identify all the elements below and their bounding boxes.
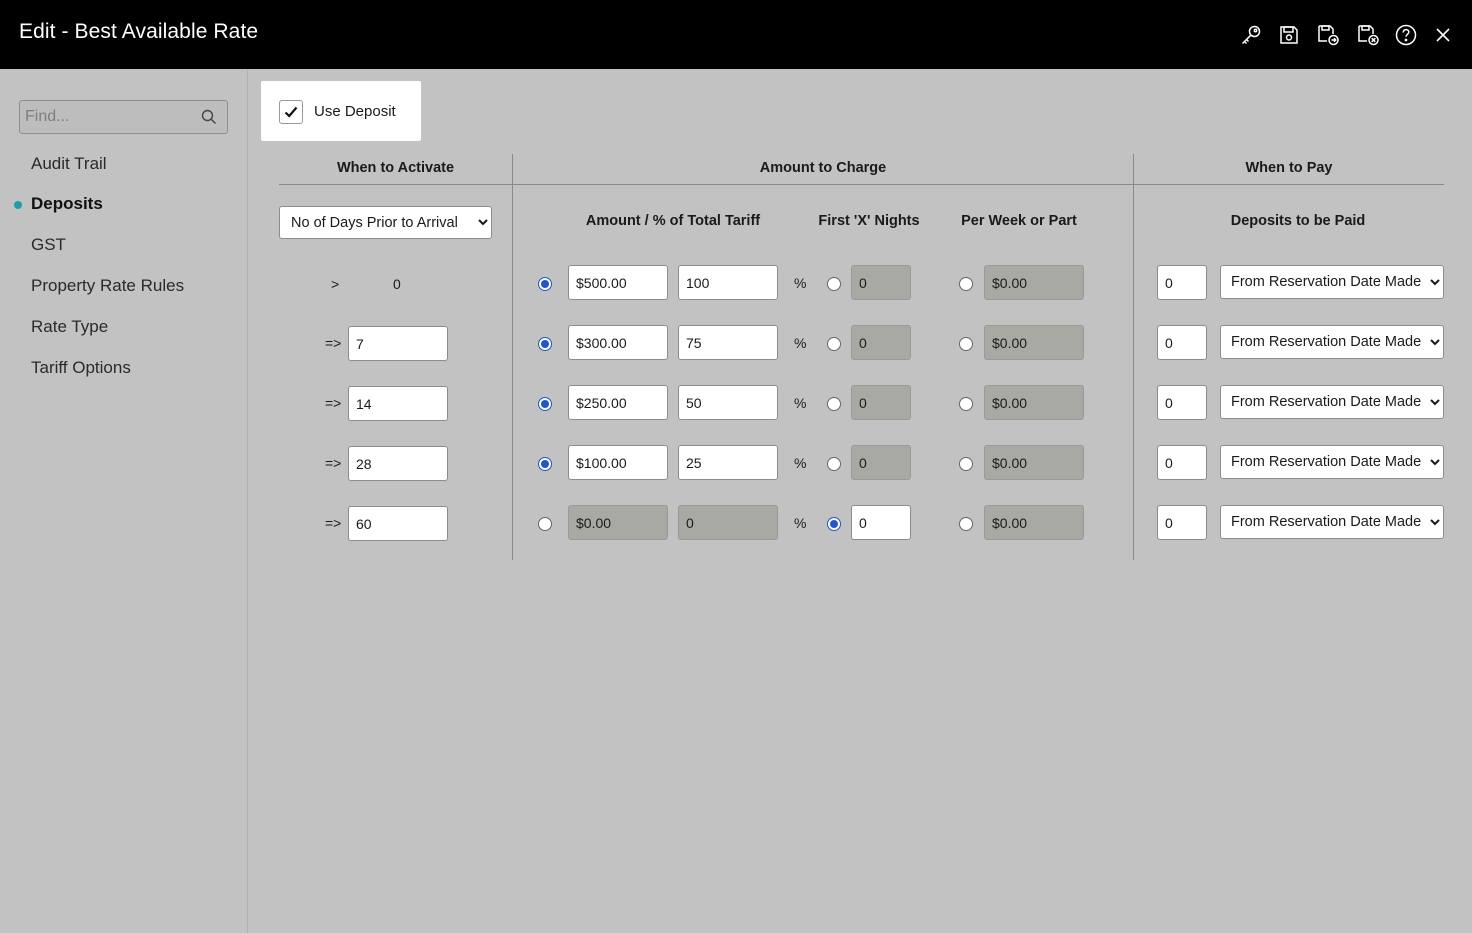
pay-from-select[interactable]: From Reservation Date Made <box>1220 505 1444 539</box>
pay-from-select[interactable]: From Reservation Date Made <box>1220 445 1444 479</box>
sidebar-item-deposits[interactable]: Deposits <box>31 194 103 214</box>
per-week-input[interactable] <box>984 265 1084 300</box>
sidebar-item-gst[interactable]: GST <box>31 235 66 255</box>
pay-days-input[interactable] <box>1157 385 1207 420</box>
sidebar-item-audit-trail[interactable]: Audit Trail <box>31 154 107 174</box>
first-nights-input[interactable] <box>851 265 911 300</box>
amount-radio[interactable] <box>538 277 552 291</box>
per-week-input[interactable] <box>984 325 1084 360</box>
header-first-x-nights: First 'X' Nights <box>818 213 920 229</box>
help-icon[interactable] <box>1393 22 1419 48</box>
amount-radio[interactable] <box>538 397 552 411</box>
header-per-week: Per Week or Part <box>961 213 1077 229</box>
per-week-input[interactable] <box>984 445 1084 480</box>
pay-days-input[interactable] <box>1157 505 1207 540</box>
row-operator: => <box>325 395 342 411</box>
pay-from-select[interactable]: From Reservation Date Made <box>1220 265 1444 299</box>
percent-input[interactable] <box>678 265 778 300</box>
percent-symbol: % <box>794 335 807 351</box>
percent-symbol: % <box>794 395 807 411</box>
amount-input[interactable] <box>568 325 668 360</box>
first-nights-radio[interactable] <box>827 457 841 471</box>
days-input[interactable] <box>348 506 448 541</box>
amount-radio[interactable] <box>538 517 552 531</box>
percent-symbol: % <box>794 455 807 471</box>
amount-radio[interactable] <box>538 337 552 351</box>
header-divider <box>279 184 1444 185</box>
title-bar: Edit - Best Available Rate <box>0 0 1472 69</box>
header-deposits-to-be-paid: Deposits to be Paid <box>1230 213 1366 229</box>
use-deposit-checkbox[interactable] <box>279 100 303 124</box>
row-operator: > <box>331 276 340 292</box>
amount-input[interactable] <box>568 445 668 480</box>
amount-input[interactable] <box>568 265 668 300</box>
per-week-radio[interactable] <box>959 397 973 411</box>
first-nights-radio[interactable] <box>827 337 841 351</box>
per-week-radio[interactable] <box>959 457 973 471</box>
pay-from-select[interactable]: From Reservation Date Made <box>1220 325 1444 359</box>
row-days-value: 0 <box>393 276 401 292</box>
pay-days-input[interactable] <box>1157 325 1207 360</box>
first-nights-input[interactable] <box>851 445 911 480</box>
first-nights-radio[interactable] <box>827 277 841 291</box>
key-icon[interactable] <box>1238 22 1264 48</box>
row-operator: => <box>325 455 342 471</box>
save-icon[interactable] <box>1276 22 1302 48</box>
checkmark-icon <box>284 106 298 118</box>
per-week-radio[interactable] <box>959 277 973 291</box>
per-week-input[interactable] <box>984 385 1084 420</box>
per-week-radio[interactable] <box>959 517 973 531</box>
per-week-input[interactable] <box>984 505 1084 540</box>
header-amount-pct: Amount / % of Total Tariff <box>585 213 761 229</box>
per-week-radio[interactable] <box>959 337 973 351</box>
sidebar-item-tariff-options[interactable]: Tariff Options <box>31 358 131 378</box>
days-input[interactable] <box>348 446 448 481</box>
save-and-close-icon[interactable] <box>1355 22 1381 48</box>
sidebar-item-rate-type[interactable]: Rate Type <box>31 317 108 337</box>
header-when-to-activate: When to Activate <box>336 160 455 176</box>
header-when-to-pay: When to Pay <box>1245 160 1333 176</box>
days-input[interactable] <box>348 386 448 421</box>
percent-symbol: % <box>794 515 807 531</box>
first-nights-radio[interactable] <box>827 517 841 531</box>
first-nights-input[interactable] <box>851 505 911 540</box>
column-divider <box>1133 154 1134 560</box>
use-deposit-label: Use Deposit <box>314 103 396 120</box>
column-divider <box>512 154 513 560</box>
search-box[interactable] <box>19 100 228 134</box>
use-deposit-panel: Use Deposit <box>261 81 421 141</box>
days-input[interactable] <box>348 326 448 361</box>
pay-days-input[interactable] <box>1157 265 1207 300</box>
row-operator: => <box>325 515 342 531</box>
percent-input[interactable] <box>678 445 778 480</box>
amount-input[interactable] <box>568 385 668 420</box>
pay-days-input[interactable] <box>1157 445 1207 480</box>
search-icon[interactable] <box>201 109 217 125</box>
row-operator: => <box>325 335 342 351</box>
percent-symbol: % <box>794 275 807 291</box>
first-nights-input[interactable] <box>851 385 911 420</box>
header-amount-to-charge: Amount to Charge <box>759 160 887 176</box>
pay-from-select[interactable]: From Reservation Date Made <box>1220 385 1444 419</box>
percent-input[interactable] <box>678 385 778 420</box>
percent-input[interactable] <box>678 325 778 360</box>
close-icon[interactable] <box>1430 22 1456 48</box>
amount-radio[interactable] <box>538 457 552 471</box>
activation-type-select[interactable]: No of Days Prior to Arrival <box>279 206 492 239</box>
sidebar-item-property-rate-rules[interactable]: Property Rate Rules <box>31 276 184 296</box>
percent-input[interactable] <box>678 505 778 540</box>
active-indicator <box>14 201 22 209</box>
sidebar: Audit Trail Deposits GST Property Rate R… <box>0 69 248 933</box>
search-input[interactable] <box>20 101 200 133</box>
amount-input[interactable] <box>568 505 668 540</box>
window-title: Edit - Best Available Rate <box>19 20 259 43</box>
first-nights-input[interactable] <box>851 325 911 360</box>
save-and-new-icon[interactable] <box>1315 22 1341 48</box>
first-nights-radio[interactable] <box>827 397 841 411</box>
